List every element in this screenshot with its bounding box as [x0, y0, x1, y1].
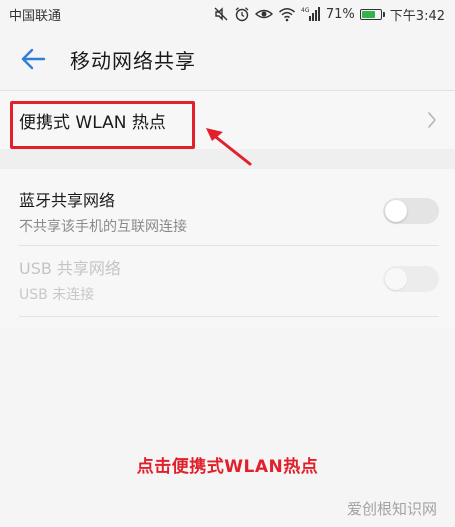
battery-fill [361, 10, 375, 18]
toggle-knob [385, 200, 407, 222]
bluetooth-tethering-title: 蓝牙共享网络 [19, 190, 116, 210]
wlan-hotspot-label: 便携式 WLAN 热点 [19, 112, 166, 133]
watermark: 爱创根知识网 [346, 500, 437, 518]
signal-tag: 4G [301, 7, 310, 14]
app-header: 移动网络共享 [0, 28, 455, 90]
eye-icon [254, 9, 273, 19]
tethering-section: 蓝牙共享网络 不共享该手机的互联网连接 USB 共享网络 USB 未连接 [0, 169, 455, 329]
usb-tethering-subtitle: USB 未连接 [19, 286, 95, 303]
usb-tethering-title: USB 共享网络 [19, 258, 121, 278]
bluetooth-tethering-item[interactable]: 蓝牙共享网络 不共享该手机的互联网连接 [0, 178, 455, 244]
mute-icon [214, 7, 228, 21]
battery-percent: 71% [325, 6, 355, 22]
section-bottom-divider [19, 316, 439, 317]
back-button[interactable] [15, 41, 51, 77]
usb-tethering-item: USB 共享网络 USB 未连接 [0, 246, 455, 312]
clock: 下午3:42 [389, 8, 445, 24]
bluetooth-tethering-toggle[interactable] [383, 198, 439, 224]
battery-icon [359, 8, 385, 20]
usb-tethering-toggle [383, 266, 439, 292]
annotation-instruction: 点击便携式WLAN热点 [136, 457, 319, 477]
bluetooth-tethering-subtitle: 不共享该手机的互联网连接 [19, 218, 187, 235]
status-bar: 中国联通 4G 71% 下午3:42 [0, 0, 455, 28]
toggle-knob [385, 268, 407, 290]
cell-signal-icon: 4G [301, 7, 320, 21]
back-arrow-icon [21, 48, 46, 70]
annotation-arrow-icon [206, 128, 252, 166]
chevron-right-icon [428, 112, 436, 128]
alarm-icon [235, 7, 249, 22]
status-icons: 4G 71% 下午3:42 [213, 5, 445, 24]
carrier-name: 中国联通 [9, 8, 62, 24]
page-title: 移动网络共享 [70, 48, 196, 73]
wifi-icon [278, 8, 295, 22]
